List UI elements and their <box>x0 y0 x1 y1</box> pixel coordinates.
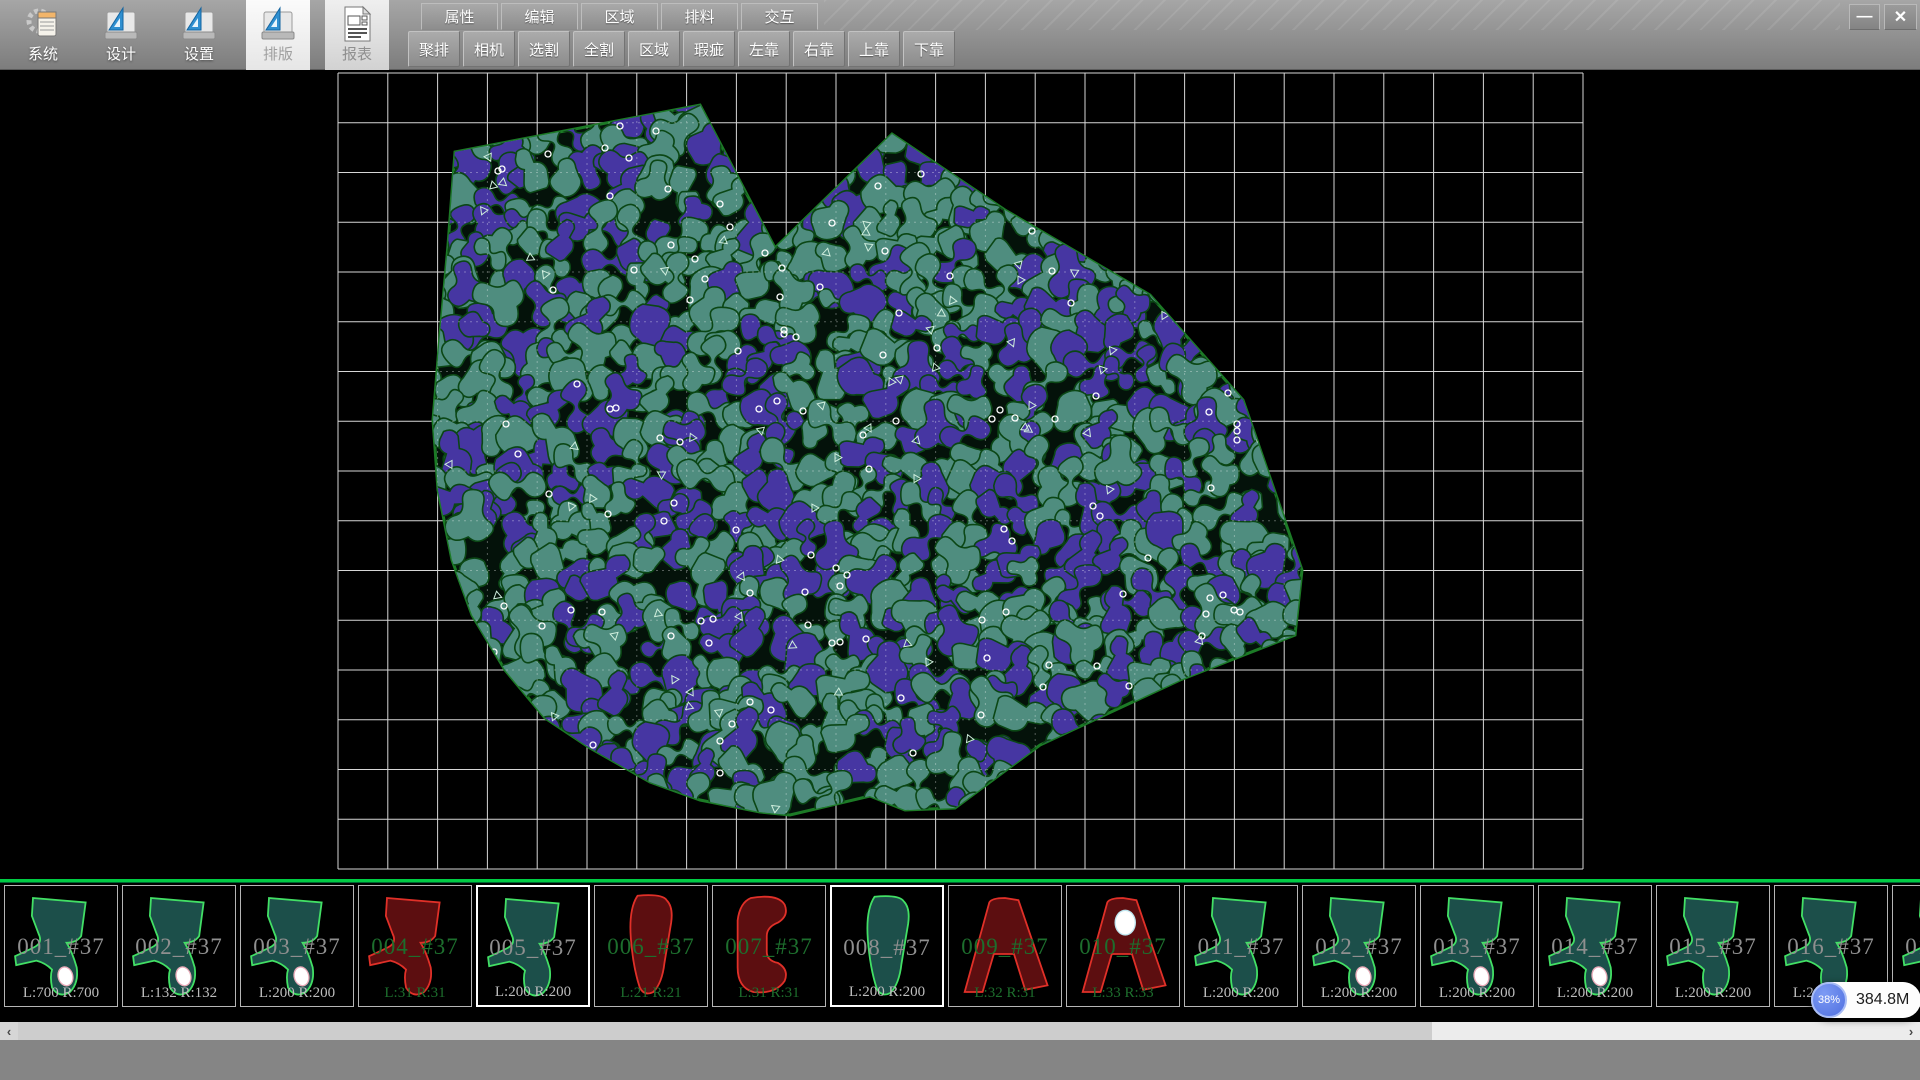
app-button-label: 排版 <box>263 43 293 64</box>
part-id-label: 001_#37 <box>5 934 117 960</box>
app-button-label: 系统 <box>28 43 58 64</box>
app-button-5[interactable]: 报表 <box>325 0 389 70</box>
close-button[interactable]: ✕ <box>1884 4 1917 30</box>
action-button-3[interactable]: 选割 <box>518 31 570 67</box>
action-button-7[interactable]: 左靠 <box>738 31 790 67</box>
app-button-label: 设计 <box>106 43 136 64</box>
part-lr-values: L:31 R:31 <box>713 985 825 1002</box>
part-id-label: 005_#37 <box>478 935 588 961</box>
app-button-3[interactable]: 设置 <box>167 0 231 70</box>
part-id-label: 013_#37 <box>1421 934 1533 960</box>
ruler-icon <box>101 4 141 44</box>
strip-separator-line <box>0 879 1920 883</box>
titlebar: 系统设计设置排版报表 属性编辑区域排料交互 聚排相机选割全割区域瑕疵左靠右靠上靠… <box>0 0 1920 70</box>
ruler-icon <box>258 4 298 44</box>
close-icon: ✕ <box>1894 7 1907 27</box>
part-lr-values: L:32 R:31 <box>949 985 1061 1002</box>
menu-tab-2[interactable]: 编辑 <box>501 3 578 30</box>
menu-tab-5[interactable]: 交互 <box>741 3 818 30</box>
app-button-4[interactable]: 排版 <box>246 0 310 70</box>
scrollbar-thumb[interactable] <box>18 1022 1432 1040</box>
part-lr-values: L:200 R:200 <box>1303 985 1415 1002</box>
action-button-10[interactable]: 下靠 <box>903 31 955 67</box>
menu-tab-4[interactable]: 排料 <box>661 3 738 30</box>
part-id-label: 006_#37 <box>595 934 707 960</box>
part-id-label: 008_#37 <box>832 935 942 961</box>
report-icon <box>337 4 377 44</box>
thumbnail-cell-4[interactable]: 004_#37 L:31 R:31 <box>358 885 472 1007</box>
action-button-8[interactable]: 右靠 <box>793 31 845 67</box>
part-id-label: 014_#37 <box>1539 934 1651 960</box>
titlebar-hatch-area <box>824 0 1840 30</box>
part-id-label: 007_#37 <box>713 934 825 960</box>
thumbnail-cell-8[interactable]: 008_#37 L:200 R:200 <box>830 885 944 1007</box>
part-lr-values: L:200 R:200 <box>1657 985 1769 1002</box>
ruler-icon <box>179 4 219 44</box>
menu-tab-row: 属性编辑区域排料交互 <box>421 3 818 30</box>
part-lr-values: L:21 R:21 <box>595 985 707 1002</box>
action-button-9[interactable]: 上靠 <box>848 31 900 67</box>
thumbnail-cell-14[interactable]: 014_#37 L:200 R:200 <box>1538 885 1652 1007</box>
thumbnail-cell-9[interactable]: 009_#37 L:32 R:31 <box>948 885 1062 1007</box>
action-button-1[interactable]: 聚排 <box>408 31 460 67</box>
part-lr-values: L:33 R:33 <box>1067 985 1179 1002</box>
action-button-6[interactable]: 瑕疵 <box>683 31 735 67</box>
thumbnail-strip: 001_#37 L:700 R:700 002_#37 L:132 R:132 003_… <box>0 879 1920 1022</box>
scroll-left-button[interactable]: ‹ <box>0 1022 18 1040</box>
part-lr-values: L:200 R:200 <box>1421 985 1533 1002</box>
thumbnail-cell-13[interactable]: 013_#37 L:200 R:200 <box>1420 885 1534 1007</box>
thumbnail-cell-6[interactable]: 006_#37 L:21 R:21 <box>594 885 708 1007</box>
action-button-row: 聚排相机选割全割区域瑕疵左靠右靠上靠下靠 <box>408 31 955 67</box>
thumbnail-cell-3[interactable]: 003_#37 L:200 R:200 <box>240 885 354 1007</box>
thumbnail-cell-15[interactable]: 015_#37 L:200 R:200 <box>1656 885 1770 1007</box>
thumbnail-cell-5[interactable]: 005_#37 L:200 R:200 <box>476 885 590 1007</box>
scroll-left-icon: ‹ <box>7 1024 11 1039</box>
part-id-label: 012_#37 <box>1303 934 1415 960</box>
app-button-label: 报表 <box>342 43 372 64</box>
thumbnail-cell-7[interactable]: 007_#37 L:31 R:31 <box>712 885 826 1007</box>
progress-percent-badge: 38% <box>1811 982 1847 1018</box>
action-button-4[interactable]: 全割 <box>573 31 625 67</box>
action-button-5[interactable]: 区域 <box>628 31 680 67</box>
part-id-label: 016_#37 <box>1775 934 1887 960</box>
menu-tab-3[interactable]: 区域 <box>581 3 658 30</box>
part-id-label: 011_#37 <box>1185 934 1297 960</box>
part-lr-values: L:200 R:200 <box>1185 985 1297 1002</box>
part-id-label: 003_#37 <box>241 934 353 960</box>
memory-usage-label: 384.8M <box>1856 991 1909 1009</box>
thumbnail-cell-11[interactable]: 011_#37 L:200 R:200 <box>1184 885 1298 1007</box>
part-lr-values: L:200 R:200 <box>1539 985 1651 1002</box>
part-id-label: 017_#37 <box>1893 934 1920 960</box>
app-button-1[interactable]: 系统 <box>11 0 75 70</box>
scroll-right-icon: › <box>1909 1024 1913 1039</box>
part-lr-values: L:132 R:132 <box>123 985 235 1002</box>
part-lr-values: L:31 R:31 <box>359 985 471 1002</box>
minimize-icon: — <box>1857 8 1873 26</box>
part-id-label: 015_#37 <box>1657 934 1769 960</box>
thumbnail-cell-2[interactable]: 002_#37 L:132 R:132 <box>122 885 236 1007</box>
part-lr-values: L:700 R:700 <box>5 985 117 1002</box>
part-lr-values: L:200 R:200 <box>241 985 353 1002</box>
thumbnail-cell-12[interactable]: 012_#37 L:200 R:200 <box>1302 885 1416 1007</box>
gear-notepad-icon <box>23 4 63 44</box>
app-button-label: 设置 <box>184 43 214 64</box>
part-id-label: 010_#37 <box>1067 934 1179 960</box>
canvas-svg <box>0 70 1920 879</box>
status-badge: 38% 384.8M <box>1811 982 1920 1018</box>
nesting-canvas[interactable] <box>0 70 1920 879</box>
menu-tab-1[interactable]: 属性 <box>421 3 498 30</box>
horizontal-scrollbar[interactable]: ‹ › <box>0 1022 1920 1040</box>
part-lr-values: L:200 R:200 <box>478 984 588 1001</box>
thumbnail-cell-10[interactable]: 010_#37 L:33 R:33 <box>1066 885 1180 1007</box>
part-id-label: 004_#37 <box>359 934 471 960</box>
app-button-2[interactable]: 设计 <box>89 0 153 70</box>
minimize-button[interactable]: — <box>1849 4 1880 30</box>
action-button-2[interactable]: 相机 <box>463 31 515 67</box>
part-id-label: 009_#37 <box>949 934 1061 960</box>
scroll-right-button[interactable]: › <box>1902 1022 1920 1040</box>
thumbnail-cell-1[interactable]: 001_#37 L:700 R:700 <box>4 885 118 1007</box>
part-lr-values: L:200 R:200 <box>832 984 942 1001</box>
part-id-label: 002_#37 <box>123 934 235 960</box>
footer-bar <box>0 1040 1920 1080</box>
